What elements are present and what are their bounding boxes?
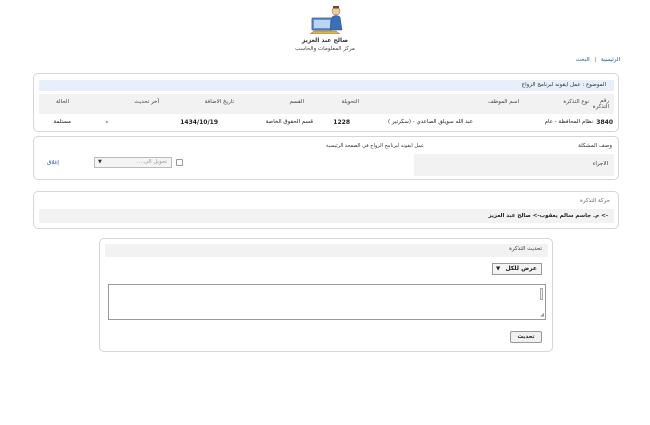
header-employee: اسم الموظف (488, 99, 519, 105)
update-bar (105, 244, 548, 257)
ticket-section: قسم الحقوق الخاصة (265, 119, 313, 125)
view-select[interactable]: عرض للكل ▼ (492, 263, 542, 275)
movement-text: -> م. جاسم سالم يعقوب-> صالح عبد العزيز (488, 213, 608, 219)
ticket-status: مستلمة (53, 119, 71, 125)
transfer-checkbox[interactable] (176, 159, 183, 166)
ticket-details-panel: الموضوع : عمل ايقونه لبرنامج الزواج رقم … (33, 73, 619, 132)
movement-label: حركة التذكرة (579, 198, 610, 204)
header-last-update: آخر تحديث (134, 99, 159, 105)
ticket-subject: الموضوع : عمل ايقونه لبرنامج الزواج (39, 80, 614, 91)
action-label: الاجراء (592, 161, 608, 167)
view-selected-option: عرض للكل (505, 265, 537, 272)
ticket-transfer: 1228 (333, 119, 350, 126)
nav-search-link[interactable]: البحث (576, 57, 590, 63)
top-nav: الرئيسية | البحث (576, 57, 620, 63)
problem-panel: وصف المشكلة عمل ايقونه لبرنامج الزواج في… (33, 136, 619, 180)
org-subtitle: مركز المعلومات والحاسب (295, 46, 355, 52)
resize-grip-icon[interactable]: ◢ (540, 312, 544, 318)
update-panel: تحديث التذكرة عرض للكل ▼ ◢ تحديث (99, 238, 553, 352)
ticket-employee: عبد الله سويلق الصاعدي - (سكرتير ) (388, 119, 473, 125)
header-section: القسم (289, 99, 304, 105)
close-link[interactable]: إغلاق (47, 160, 59, 166)
update-textarea[interactable]: ◢ (108, 284, 546, 320)
action-box (414, 154, 614, 176)
header-number: رقم التذكرة (592, 98, 609, 110)
header-added-date: تاريخ الاضافة (204, 99, 234, 105)
page-header: صالح عبد العزيز مركز المعلومات والحاسب (0, 4, 650, 54)
org-name: صالح عبد العزيز (301, 37, 349, 44)
transfer-select[interactable]: تحويل الى.... ▼ (94, 157, 172, 168)
header-type: نوع التذكرة (563, 99, 589, 105)
chevron-down-icon: ▼ (496, 266, 501, 272)
ticket-number[interactable]: 3840 (596, 119, 613, 126)
ticket-last-update: - (105, 119, 109, 126)
header-status: الحالة (55, 99, 69, 105)
textarea-scrollbar[interactable] (540, 288, 543, 300)
transfer-placeholder: تحويل الى.... (136, 159, 167, 165)
ticket-added-date: 1434/10/19 (180, 119, 218, 126)
nav-separator: | (594, 57, 597, 63)
movement-panel: حركة التذكرة -> م. جاسم سالم يعقوب-> صال… (33, 191, 619, 229)
ticket-type: نظام المحافظة - عام (544, 119, 593, 125)
update-label: تحديث التذكرة (509, 246, 542, 252)
chevron-down-icon: ▼ (98, 159, 102, 165)
problem-text: عمل ايقونه لبرنامج الزواج في الصفحة الرئ… (326, 143, 424, 149)
computer-user-icon (310, 6, 343, 34)
nav-home-link[interactable]: الرئيسية (601, 57, 620, 63)
problem-label: وصف المشكلة (578, 143, 612, 149)
ticket-table-header: رقم التذكرة نوع التذكرة اسم الموظف التحو… (39, 94, 614, 114)
header-transfer: التحويلة (341, 99, 359, 105)
update-button[interactable]: تحديث (510, 331, 542, 343)
